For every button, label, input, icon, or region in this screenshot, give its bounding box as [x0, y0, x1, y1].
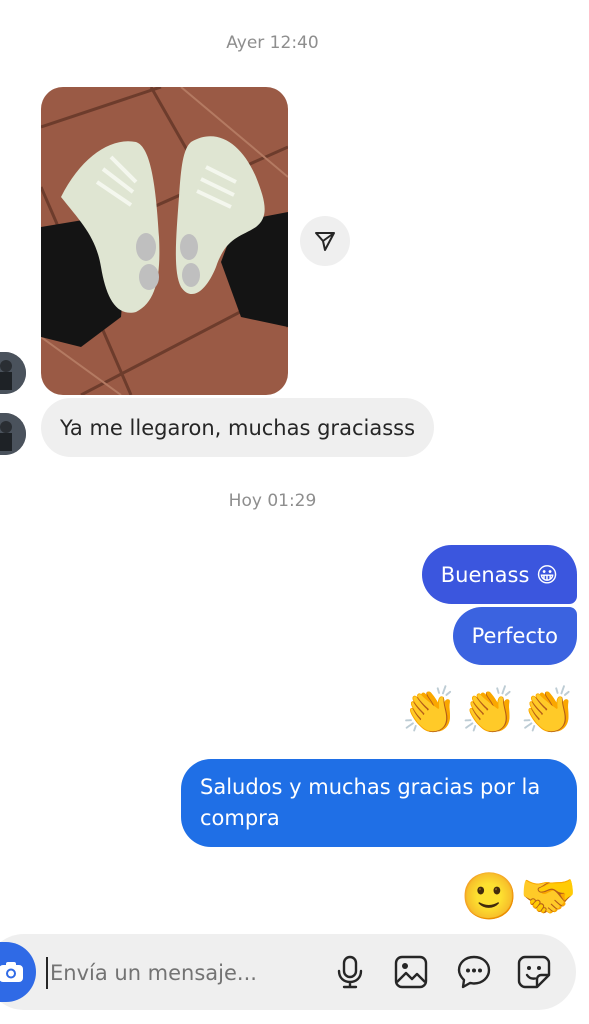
clap-emoji: 👏	[401, 683, 459, 737]
message-input[interactable]	[50, 952, 320, 994]
gallery-button[interactable]	[390, 951, 432, 993]
incoming-message[interactable]: Ya me llegaron, muchas graciasss	[41, 398, 435, 457]
microphone-button[interactable]	[329, 951, 371, 993]
timestamp-yesterday: Ayer 12:40	[226, 33, 319, 53]
emoji-message[interactable]: 🙂 🤝	[460, 868, 577, 924]
avatar-image	[0, 352, 26, 394]
avatar-image	[0, 413, 26, 455]
timestamp-today: Hoy 01:29	[228, 491, 317, 511]
clap-emoji: 👏	[519, 683, 577, 737]
text-cursor	[46, 957, 48, 989]
outgoing-message[interactable]: Saludos y muchas gracias por la compra	[181, 759, 577, 847]
outgoing-message[interactable]: Buenass 😀	[421, 545, 577, 604]
clap-emoji: 👏	[460, 683, 518, 737]
sneakers-photo[interactable]	[41, 87, 288, 395]
sticker-button[interactable]	[513, 951, 555, 993]
send-icon	[315, 232, 335, 251]
avatar[interactable]	[0, 413, 26, 455]
camera-icon	[0, 962, 23, 982]
outgoing-message[interactable]: Perfecto	[452, 607, 577, 665]
avatar[interactable]	[0, 352, 26, 394]
gallery-icon	[394, 955, 428, 989]
message-line: compra	[200, 806, 280, 830]
chat-screen: Ayer 12:40 Ya me llegaron, muchas gracia…	[0, 0, 589, 1024]
sticker-icon	[517, 955, 551, 989]
microphone-icon	[337, 955, 363, 989]
chat-options-button[interactable]	[453, 951, 495, 993]
share-button[interactable]	[300, 216, 350, 266]
clap-emoji-message[interactable]: 👏 👏 👏	[401, 684, 577, 736]
message-line: Saludos y muchas gracias por la	[200, 775, 541, 799]
smile-emoji: 🙂	[460, 869, 518, 923]
sneakers-photo-image	[41, 87, 288, 395]
handshake-emoji: 🤝	[519, 869, 577, 923]
chat-bubble-icon	[457, 955, 491, 989]
